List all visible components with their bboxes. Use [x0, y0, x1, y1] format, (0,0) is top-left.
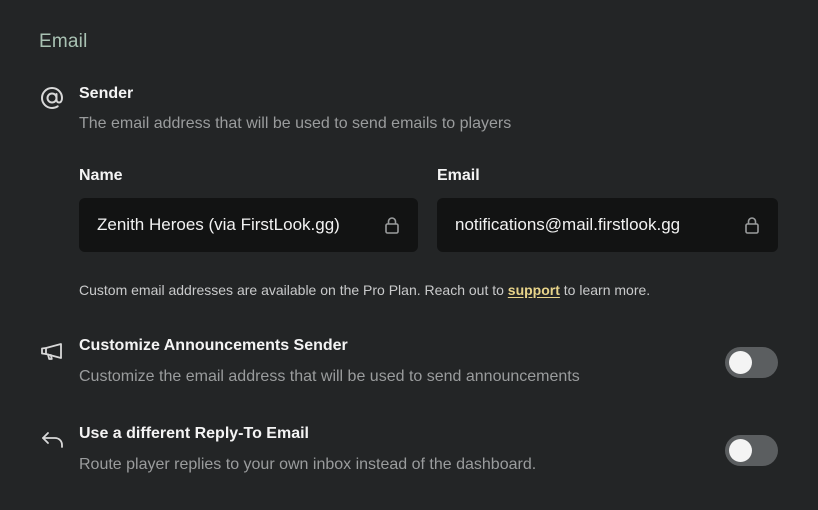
sender-name-value: Zenith Heroes (via FirstLook.gg): [97, 215, 340, 234]
section-title: Email: [39, 31, 88, 52]
email-settings-panel: Email Sender The email address that will…: [0, 0, 818, 510]
sender-email-field[interactable]: notifications@mail.firstlook.gg: [437, 198, 778, 252]
announcements-title: Customize Announcements Sender: [79, 337, 348, 354]
sender-email-value: notifications@mail.firstlook.gg: [455, 215, 681, 234]
email-field-label: Email: [437, 167, 480, 184]
reply-to-description: Route player replies to your own inbox i…: [79, 456, 537, 473]
sender-title: Sender: [79, 85, 134, 102]
reply-to-toggle[interactable]: [725, 435, 778, 466]
announcements-description: Customize the email address that will be…: [79, 368, 580, 385]
lock-icon: [745, 217, 759, 234]
lock-icon: [385, 217, 399, 234]
megaphone-icon: [41, 343, 62, 360]
note-text-before: Custom email addresses are available on …: [79, 282, 508, 298]
at-sign-icon: [40, 86, 64, 110]
announcements-toggle[interactable]: [725, 347, 778, 378]
toggle-knob: [729, 439, 752, 462]
reply-to-title: Use a different Reply-To Email: [79, 425, 309, 442]
pro-plan-note: Custom email addresses are available on …: [79, 282, 650, 298]
sender-description: The email address that will be used to s…: [79, 115, 512, 132]
support-link[interactable]: support: [508, 282, 560, 298]
toggle-knob: [729, 351, 752, 374]
name-field-label: Name: [79, 167, 123, 184]
note-text-after: to learn more.: [559, 282, 651, 298]
sender-name-field[interactable]: Zenith Heroes (via FirstLook.gg): [79, 198, 418, 252]
reply-arrow-icon: [42, 432, 63, 448]
